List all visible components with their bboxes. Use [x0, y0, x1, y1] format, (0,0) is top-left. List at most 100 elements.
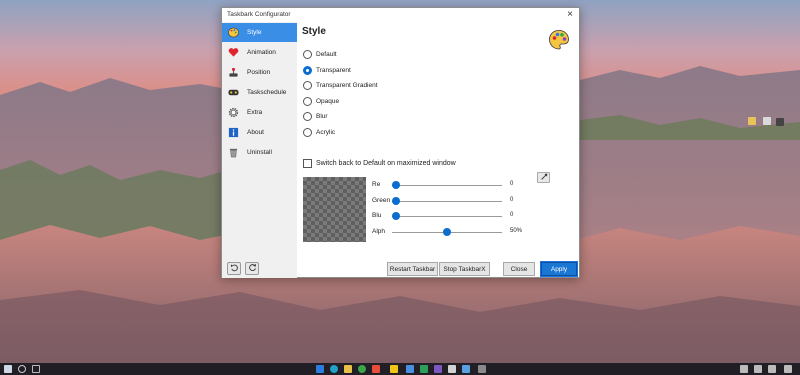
slider-label: Re	[372, 181, 381, 188]
sidebar-item-animation[interactable]: Animation	[222, 43, 297, 62]
desktop-icon-file[interactable]	[763, 117, 771, 125]
tray-icon[interactable]	[740, 365, 748, 373]
app-icon[interactable]	[434, 365, 442, 373]
joystick-icon	[227, 67, 239, 79]
slider-value: 0	[510, 197, 514, 203]
app-icon[interactable]	[420, 365, 428, 373]
option-label: Default	[316, 51, 337, 58]
sidebar-item-extra[interactable]: Extra	[222, 103, 297, 122]
sidebar-item-label: Animation	[247, 49, 276, 56]
style-option-opaque[interactable]: Opaque	[303, 97, 339, 106]
radio-button[interactable]	[303, 128, 312, 137]
slider-thumb[interactable]	[392, 197, 400, 205]
undo-icon	[230, 263, 239, 274]
slider-value: 50%	[510, 228, 523, 234]
sidebar-item-label: Uninstall	[247, 149, 272, 156]
sidebar-item-label: Taskschedule	[247, 89, 287, 96]
style-option-acrylic[interactable]: Acrylic	[303, 128, 335, 137]
mail-icon[interactable]	[316, 365, 324, 373]
app-icon[interactable]	[372, 365, 380, 373]
trash-icon	[227, 147, 239, 159]
task-view-icon[interactable]	[32, 365, 40, 373]
radio-button[interactable]	[303, 97, 312, 106]
refresh-icon	[248, 263, 257, 274]
slider-green[interactable]: Green 0	[372, 196, 572, 206]
option-label: Opaque	[316, 98, 340, 105]
radio-button[interactable]	[303, 50, 312, 59]
slider-alpha[interactable]: Alph 50%	[372, 227, 572, 237]
refresh-button[interactable]	[245, 262, 259, 275]
sidebar-item-style[interactable]: Style	[222, 23, 297, 42]
page-title: Style	[302, 26, 326, 37]
slider-label: Alph	[372, 228, 386, 235]
slider-blue[interactable]: Blu 0	[372, 211, 572, 221]
slider-thumb[interactable]	[392, 181, 400, 189]
style-option-default[interactable]: Default	[303, 50, 337, 59]
apply-button[interactable]: Apply	[540, 261, 578, 277]
close-window-button[interactable]: ×	[567, 9, 573, 21]
palette-icon	[227, 27, 239, 39]
taskbarx-icon[interactable]	[478, 365, 486, 373]
option-label: Acrylic	[316, 129, 336, 136]
slider-label: Green	[372, 197, 391, 204]
style-option-blur[interactable]: Blur	[303, 112, 328, 121]
gear-icon	[227, 107, 239, 119]
app-icon[interactable]	[406, 365, 414, 373]
slider-label: Blu	[372, 212, 382, 219]
option-label: Blur	[316, 113, 328, 120]
color-preview	[303, 177, 366, 242]
restart-taskbar-button[interactable]: Restart Taskbar	[387, 262, 438, 276]
slider-value: 0	[510, 212, 514, 218]
slider-track[interactable]	[392, 201, 502, 202]
sidebar-item-label: Style	[247, 29, 262, 36]
sidebar-item-position[interactable]: Position	[222, 63, 297, 82]
sidebar-item-label: Extra	[247, 109, 263, 116]
switch-back-label: Switch back to Default on maximized wind…	[316, 160, 456, 167]
style-option-transparent[interactable]: Transparent	[303, 66, 351, 75]
slider-thumb[interactable]	[392, 212, 400, 220]
configurator-window: Taskbark Configurator × Style Animation …	[221, 7, 580, 278]
radio-button-selected[interactable]	[303, 66, 312, 75]
style-panel: Style Default Transparent Transparent Gr…	[297, 22, 580, 278]
heart-icon	[227, 47, 239, 59]
option-label: Transparent	[316, 67, 351, 74]
slider-thumb[interactable]	[443, 228, 451, 236]
tray-icon[interactable]	[754, 365, 762, 373]
stop-taskbarx-button[interactable]: Stop TaskbarX	[439, 262, 490, 276]
file-explorer-icon[interactable]	[344, 365, 352, 373]
sidebar-item-uninstall[interactable]: Uninstall	[222, 143, 297, 162]
close-button[interactable]: Close	[503, 262, 535, 276]
switch-back-checkbox[interactable]	[303, 159, 312, 168]
slider-track[interactable]	[392, 216, 502, 217]
windows-start-icon[interactable]	[4, 365, 12, 373]
window-title: Taskbark Configurator	[227, 11, 291, 18]
style-option-transparent-gradient[interactable]: Transparent Gradient	[303, 81, 378, 90]
slider-track[interactable]	[392, 185, 502, 186]
taskbar	[0, 363, 800, 375]
slider-red[interactable]: Re 0	[372, 180, 572, 190]
undo-button[interactable]	[227, 262, 241, 275]
option-label: Transparent Gradient	[316, 82, 378, 89]
notes-icon[interactable]	[390, 365, 398, 373]
slider-value: 0	[510, 181, 514, 187]
radio-button[interactable]	[303, 81, 312, 90]
app-icon[interactable]	[448, 365, 456, 373]
edge-browser-icon[interactable]	[330, 365, 338, 373]
chrome-icon[interactable]	[358, 365, 366, 373]
radio-button[interactable]	[303, 112, 312, 121]
sidebar-item-label: Position	[247, 69, 271, 76]
title-bar: Taskbark Configurator ×	[222, 8, 579, 22]
sidebar: Style Animation Position Taskschedule Ex…	[222, 22, 297, 278]
switch-back-option[interactable]: Switch back to Default on maximized wind…	[303, 159, 456, 168]
app-icon[interactable]	[462, 365, 470, 373]
search-icon[interactable]	[18, 365, 26, 373]
palette-icon	[548, 29, 570, 51]
sidebar-item-about[interactable]: About	[222, 123, 297, 142]
sidebar-item-taskschedule[interactable]: Taskschedule	[222, 83, 297, 102]
info-icon	[227, 127, 239, 139]
desktop-icon-app[interactable]	[776, 118, 784, 126]
desktop-icon-folder[interactable]	[748, 117, 756, 125]
notification-icon[interactable]	[784, 365, 792, 373]
schedule-icon	[227, 87, 239, 99]
tray-icon[interactable]	[768, 365, 776, 373]
